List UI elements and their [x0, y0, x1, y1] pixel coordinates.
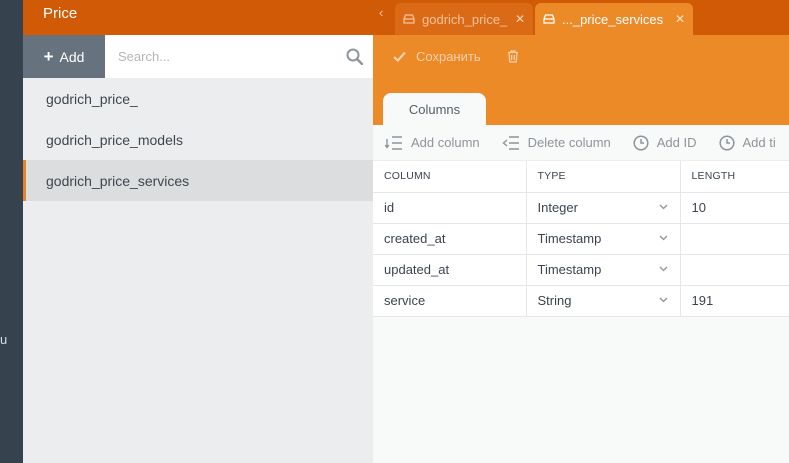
database-icon	[543, 14, 555, 24]
save-button[interactable]: Сохранить	[393, 49, 481, 64]
database-icon	[403, 14, 415, 24]
tab-columns[interactable]: Columns	[383, 93, 486, 125]
add-id-button[interactable]: Add ID	[633, 134, 697, 151]
save-button-label: Сохранить	[416, 49, 481, 64]
plus-icon: +	[43, 47, 54, 66]
chevron-down-icon	[659, 204, 667, 209]
column-name-cell[interactable]: service	[373, 285, 527, 317]
type-value: Timestamp	[537, 262, 602, 277]
clock-icon	[633, 134, 649, 151]
column-header: COLUMN	[373, 161, 527, 193]
sidebar: Price + Add godrich_price_ godrich_price…	[23, 0, 373, 463]
search-input[interactable]	[105, 35, 373, 78]
add-column-icon	[385, 135, 402, 150]
add-button-label: Add	[59, 48, 85, 65]
length-cell[interactable]	[680, 223, 789, 255]
type-value: String	[537, 293, 572, 308]
main-panel: ‹ godrich_price_ ✕ ..._price_services ✕ …	[373, 0, 789, 463]
tab-godrich-price[interactable]: godrich_price_ ✕	[395, 3, 533, 35]
left-nav-fragment: u	[0, 332, 8, 347]
add-timestamps-button[interactable]: Add ti	[718, 134, 776, 151]
editor-toolbar-area: Сохранить Columns	[373, 35, 789, 125]
add-column-button[interactable]: Add column	[385, 135, 480, 151]
column-name-cell[interactable]: updated_at	[373, 254, 527, 286]
type-value: Timestamp	[537, 231, 602, 246]
column-name-cell[interactable]: created_at	[373, 223, 527, 255]
clock-icon	[718, 134, 735, 151]
table-row: updated_at Timestamp	[373, 254, 789, 286]
close-tab-icon[interactable]: ✕	[675, 12, 685, 26]
trash-icon[interactable]	[507, 50, 519, 63]
column-name-cell[interactable]: id	[373, 192, 527, 224]
model-list: godrich_price_ godrich_price_models godr…	[23, 78, 373, 201]
delete-column-label: Delete column	[527, 135, 611, 150]
table-row: id Integer 10	[373, 192, 789, 224]
tabs-scroll-left-icon[interactable]: ‹	[379, 5, 383, 20]
type-select[interactable]: String	[526, 285, 681, 317]
table-row: created_at Timestamp	[373, 223, 789, 255]
type-header: TYPE	[526, 161, 681, 193]
tab-bar: ‹ godrich_price_ ✕ ..._price_services ✕	[373, 0, 789, 35]
sidebar-title: Price	[23, 0, 373, 35]
column-toolbar: Add column Delete column Add ID Add ti	[373, 125, 789, 161]
search-icon[interactable]	[346, 48, 363, 65]
left-nav-strip: u	[0, 0, 23, 463]
tab-price-services[interactable]: ..._price_services ✕	[535, 3, 693, 35]
type-select[interactable]: Timestamp	[526, 254, 681, 286]
chevron-down-icon	[659, 297, 667, 302]
chevron-down-icon	[659, 235, 667, 240]
search-box	[105, 35, 373, 78]
check-icon	[393, 51, 406, 62]
chevron-down-icon	[659, 266, 667, 271]
length-cell[interactable]: 191	[680, 285, 789, 317]
delete-column-icon	[502, 135, 519, 150]
type-select[interactable]: Integer	[526, 192, 681, 224]
list-item[interactable]: godrich_price_	[23, 78, 373, 119]
length-cell[interactable]: 10	[680, 192, 789, 224]
table-row: service String 191	[373, 285, 789, 317]
add-button[interactable]: + Add	[23, 35, 105, 78]
add-timestamps-label: Add ti	[742, 135, 776, 150]
sidebar-toolbar: + Add	[23, 35, 373, 78]
list-item-active[interactable]: godrich_price_services	[23, 160, 373, 201]
add-id-label: Add ID	[656, 135, 697, 150]
delete-column-button[interactable]: Delete column	[502, 135, 611, 151]
tab-label: godrich_price_	[422, 11, 508, 27]
type-select[interactable]: Timestamp	[526, 223, 681, 255]
length-cell[interactable]	[680, 254, 789, 286]
add-column-label: Add column	[411, 135, 480, 150]
tab-label: ..._price_services	[562, 11, 664, 27]
length-header: LENGTH	[680, 161, 789, 193]
action-row: Сохранить	[393, 49, 519, 64]
close-tab-icon[interactable]: ✕	[515, 12, 525, 26]
list-item[interactable]: godrich_price_models	[23, 119, 373, 160]
type-value: Integer	[537, 200, 578, 215]
table-header-row: COLUMN TYPE LENGTH	[373, 161, 789, 193]
columns-table: COLUMN TYPE LENGTH id Integer 10 created…	[373, 161, 789, 317]
